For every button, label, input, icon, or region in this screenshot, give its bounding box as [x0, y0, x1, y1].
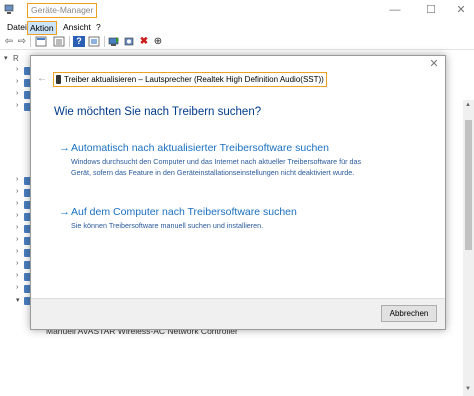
menu-datei[interactable]: Datei [5, 21, 29, 33]
chevron-right-icon: › [16, 90, 19, 97]
option-browse-computer-description: Sie können Treibersoftware manuell suche… [71, 221, 264, 230]
scroll-down-icon[interactable]: ▼ [465, 386, 471, 392]
chevron-right-icon: › [16, 102, 19, 109]
menu-bar: Datei Aktion Ansicht ? [0, 20, 474, 35]
scroll-thumb[interactable] [465, 120, 472, 250]
forward-icon[interactable]: ⇨ [16, 36, 28, 47]
chevron-right-icon: › [16, 188, 19, 195]
chevron-right-icon: › [16, 200, 19, 207]
chevron-right-icon: › [16, 284, 19, 291]
dialog-close-button[interactable]: ✕ [428, 58, 440, 70]
chevron-right-icon: › [16, 236, 19, 243]
arrow-right-icon: → [59, 206, 70, 218]
option-auto-search-title[interactable]: Automatisch nach aktualisierter Treibers… [71, 142, 329, 154]
dialog-footer: Abbrechen [31, 298, 445, 329]
chevron-down-icon: ▾ [4, 55, 8, 62]
menu-help[interactable]: ? [94, 21, 103, 33]
chevron-down-icon: ▾ [16, 297, 20, 304]
minimize-button[interactable]: — [382, 2, 408, 18]
list-icon[interactable] [53, 36, 65, 47]
download-icon[interactable]: ⊕ [152, 36, 164, 47]
scan-hardware-icon[interactable] [123, 36, 135, 47]
speaker-icon [56, 75, 61, 85]
chevron-right-icon: › [16, 224, 19, 231]
title-bar: Geräte-Manager — ☐ ✕ [0, 0, 474, 20]
cancel-button[interactable]: Abbrechen [381, 305, 437, 322]
window-title: Geräte-Manager [27, 3, 98, 18]
uninstall-icon[interactable]: ✖ [138, 36, 150, 47]
close-button[interactable]: ✕ [448, 2, 474, 18]
scroll-up-icon[interactable]: ▲ [465, 102, 471, 108]
arrow-right-icon: → [59, 142, 70, 154]
chevron-right-icon: › [16, 248, 19, 255]
update-driver-dialog: ✕ ← Treiber aktualisieren – Lautsprecher… [30, 55, 446, 330]
back-arrow-icon[interactable]: ← [37, 73, 47, 84]
dialog-header-text: Treiber aktualisieren – Lautsprecher (Re… [64, 75, 324, 84]
chevron-right-icon: › [16, 212, 19, 219]
chevron-right-icon: › [16, 66, 19, 73]
chevron-right-icon: › [16, 260, 19, 267]
properties-icon[interactable] [35, 36, 47, 47]
menu-ansicht[interactable]: Ansicht [61, 21, 93, 33]
chevron-right-icon: › [16, 176, 19, 183]
view-icon[interactable] [88, 36, 100, 47]
back-icon[interactable]: ⇦ [3, 36, 15, 47]
tree-root-label: R [13, 54, 19, 63]
update-driver-icon[interactable] [108, 36, 120, 47]
maximize-button[interactable]: ☐ [418, 2, 444, 18]
toolbar: ⇦ ⇨ ? ✖ ⊕ [0, 34, 474, 50]
option-browse-computer-title[interactable]: Auf dem Computer nach Treibersoftware su… [71, 206, 297, 218]
dialog-header: Treiber aktualisieren – Lautsprecher (Re… [53, 72, 327, 87]
option-auto-search-description: Windows durchsucht den Computer und das … [71, 157, 362, 177]
device-manager-icon [4, 4, 14, 14]
dialog-question: Wie möchten Sie nach Treibern suchen? [54, 106, 262, 118]
scrollbar[interactable]: ▲ ▼ [463, 100, 474, 396]
menu-aktion[interactable]: Aktion [27, 21, 57, 35]
chevron-right-icon: › [16, 78, 19, 85]
chevron-right-icon: › [16, 272, 19, 279]
help-icon[interactable]: ? [73, 36, 85, 47]
